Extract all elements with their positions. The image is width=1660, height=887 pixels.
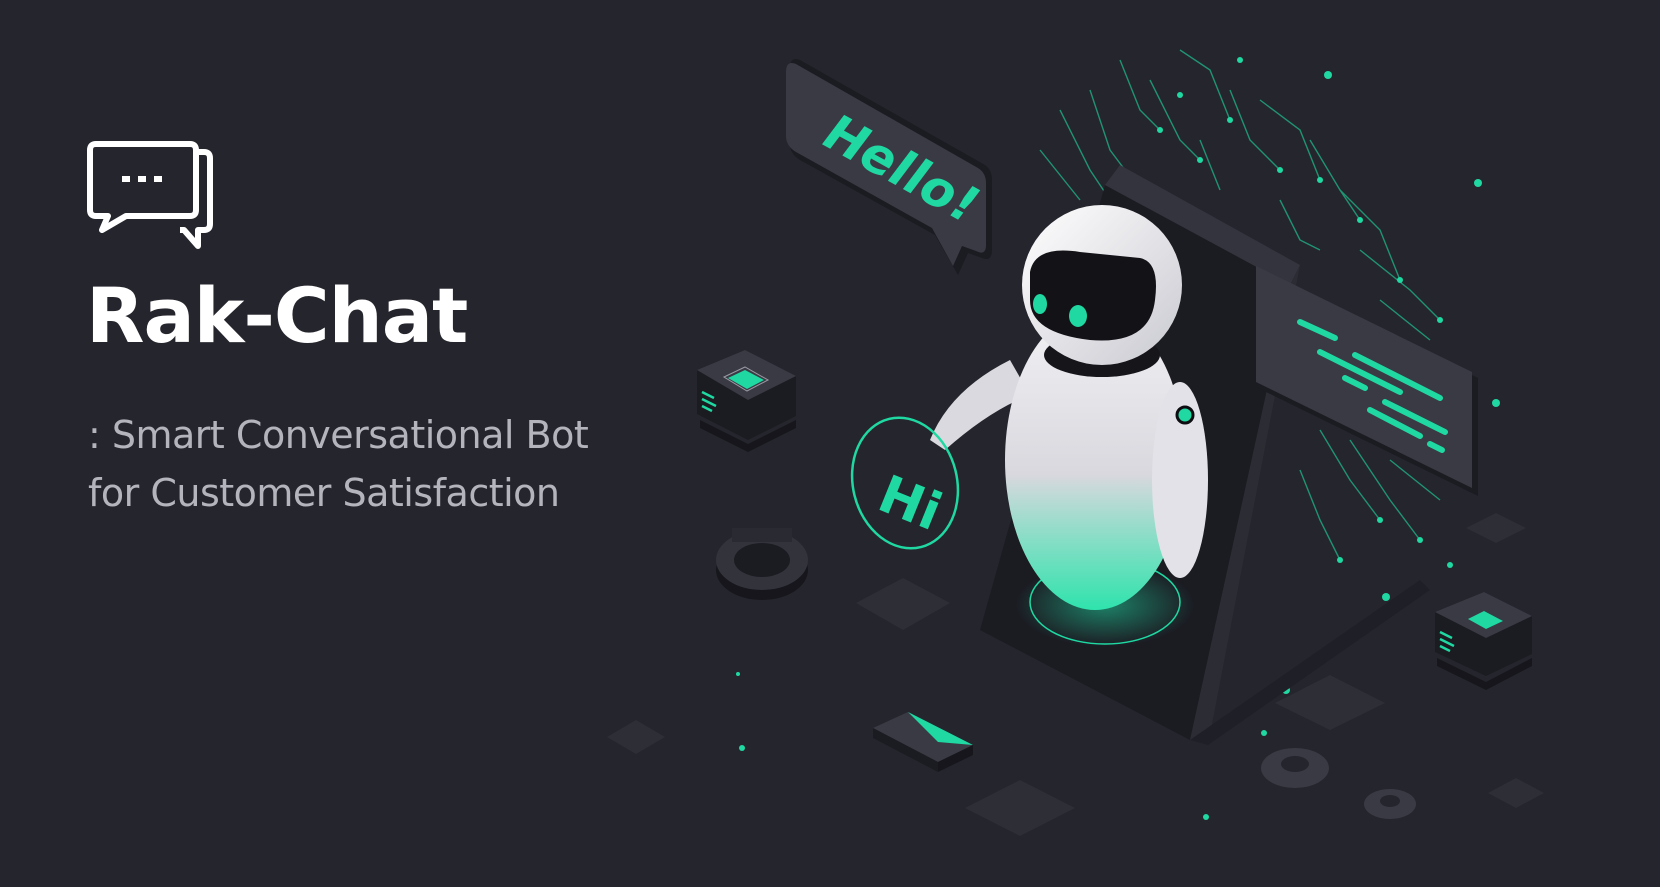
hero-banner: Rak-Chat : Smart Conversational Bot for … bbox=[0, 0, 1660, 887]
envelope-object bbox=[873, 712, 973, 772]
ring-object bbox=[716, 528, 808, 600]
message-bubble-right bbox=[1256, 266, 1478, 496]
page-title: Rak-Chat bbox=[86, 271, 468, 360]
page-subtitle: : Smart Conversational Bot for Customer … bbox=[88, 406, 589, 522]
subtitle-line-2: for Customer Satisfaction bbox=[88, 471, 560, 515]
hello-speech-bubble: Hello! bbox=[786, 59, 993, 275]
server-block-left bbox=[697, 350, 796, 452]
robot bbox=[930, 205, 1208, 610]
hi-bubble-text: Hi bbox=[870, 464, 949, 543]
chat-bubbles-icon bbox=[87, 141, 213, 249]
gear-icon bbox=[1261, 748, 1416, 819]
server-block-right bbox=[1435, 592, 1532, 690]
subtitle-line-1: : Smart Conversational Bot bbox=[88, 413, 589, 457]
robot-illustration: Hello! Hi bbox=[607, 49, 1544, 836]
